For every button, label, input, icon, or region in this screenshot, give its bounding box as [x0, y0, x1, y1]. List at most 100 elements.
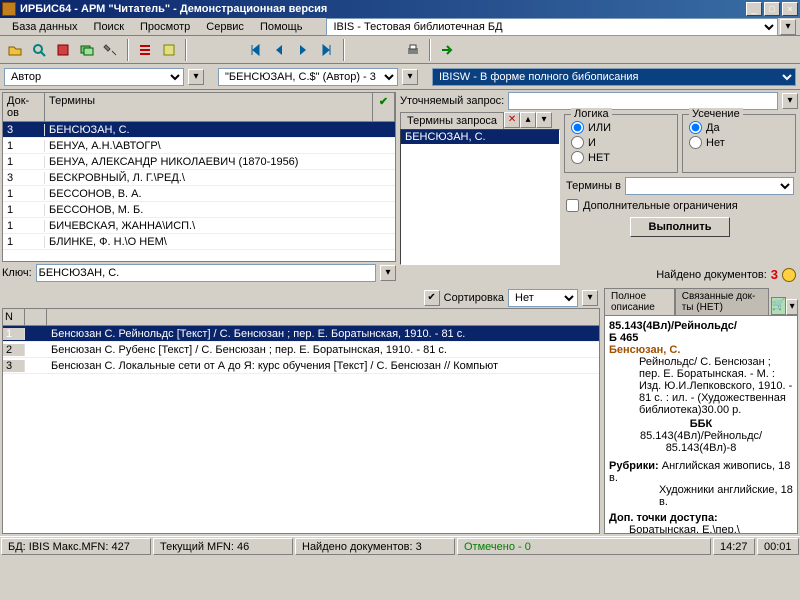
call-number-2: Б 465 [609, 332, 638, 344]
refine-dropdown[interactable]: ▾ [782, 93, 798, 109]
print-icon[interactable] [402, 39, 424, 61]
results-col-mark[interactable] [25, 309, 47, 325]
result-row[interactable]: 3Бенсюзан С. Локальные сети от А до Я: к… [3, 358, 599, 374]
menu-database[interactable]: База данных [4, 20, 86, 34]
term-up-button[interactable]: ▴ [520, 112, 536, 128]
dictionary-panel: Док-ов Термины ✔ 3БЕНСЮЗАН, С.1БЕНУА, А.… [0, 90, 398, 286]
menu-view[interactable]: Просмотр [132, 20, 198, 34]
bbk-1: 85.143(4Вл)/Рейнольдс/ [609, 430, 793, 442]
lower-panels: ✔ Сортировка Нет ▾ N 1Бенсюзан С. Рейнол… [0, 286, 800, 536]
found-count: 3 [771, 267, 778, 282]
rubrics-label: Рубрики: [609, 460, 659, 472]
description-body[interactable]: 85.143(4Вл)/Рейнольдс/ Б 465 Бенсюзан, С… [604, 315, 798, 534]
results-header: N [2, 308, 600, 326]
tools-icon[interactable] [100, 39, 122, 61]
nav-prev-icon[interactable] [268, 39, 290, 61]
smiley-icon [782, 268, 796, 282]
dict-row[interactable]: 1БЕССОНОВ, В. А. [3, 186, 395, 202]
status-mfn: Текущий MFN: 46 [153, 538, 293, 555]
query-term-item[interactable]: БЕНСЮЗАН, С. [401, 130, 559, 144]
dict-col-terms[interactable]: Термины [45, 93, 373, 121]
search-selector-row: Автор ▾ "БЕНСЮЗАН, С.$" (Автор) - 3 ▾ IB… [0, 64, 800, 90]
rubric-2: Художники английские, 18 в. [609, 484, 793, 508]
maximize-button[interactable]: □ [764, 2, 780, 16]
results-list[interactable]: 1Бенсюзан С. Рейнольдс [Текст] / С. Бенс… [2, 326, 600, 534]
database-combo[interactable]: IBIS - Тестовая библиотечная БД [326, 18, 778, 36]
dict-row[interactable]: 3БЕНСЮЗАН, С. [3, 122, 395, 138]
tab-full-description[interactable]: Полное описание [604, 288, 675, 315]
dictionary-list[interactable]: 3БЕНСЮЗАН, С.1БЕНУА, А.Н.\АВТОГР\1БЕНУА,… [2, 122, 396, 262]
status-time2: 00:01 [757, 538, 799, 555]
dict-row[interactable]: 1БЛИНКЕ, Ф. Н.\О НЕМ\ [3, 234, 395, 250]
query-terms-tab[interactable]: Термины запроса [400, 112, 504, 129]
status-db: БД: IBIS Макс.MFN: 427 [1, 538, 151, 555]
upper-panels: Док-ов Термины ✔ 3БЕНСЮЗАН, С.1БЕНУА, А.… [0, 90, 800, 286]
dict-row[interactable]: 1БИЧЕВСКАЯ, ЖАННА\ИСП.\ [3, 218, 395, 234]
dict-col-count[interactable]: Док-ов [3, 93, 45, 121]
db-dropdown-extra[interactable]: ▾ [780, 19, 796, 35]
form-icon[interactable] [158, 39, 180, 61]
execute-button[interactable]: Выполнить [630, 217, 731, 237]
extra-restrictions-label: Дополнительные ограничения [583, 200, 738, 212]
close-button[interactable]: × [782, 2, 798, 16]
logic-and-radio[interactable] [571, 136, 584, 149]
cart-icon[interactable]: 🛒 [771, 297, 787, 315]
field-dropdown-btn[interactable]: ▾ [188, 69, 204, 85]
extra-restrictions-checkbox[interactable] [566, 199, 579, 212]
results-col-num[interactable]: N [3, 309, 25, 325]
results-col-text [47, 309, 599, 325]
result-row[interactable]: 2Бенсюзан С. Рубенс [Текст] / С. Бенсюза… [3, 342, 599, 358]
list-icon[interactable] [134, 39, 156, 61]
book-icon[interactable] [52, 39, 74, 61]
view-format-combo[interactable]: IBISW - В форме полного бибописания [432, 68, 796, 86]
search-term-combo[interactable]: "БЕНСЮЗАН, С.$" (Автор) - 3 [218, 68, 398, 86]
status-found: Найдено документов: 3 [295, 538, 455, 555]
dict-row[interactable]: 3БЕСКРОВНЫЙ, Л. Г.\РЕД.\ [3, 170, 395, 186]
find-icon[interactable] [28, 39, 50, 61]
cards-icon[interactable] [76, 39, 98, 61]
menu-help[interactable]: Помощь [252, 20, 311, 34]
logic-legend: Логика [571, 108, 612, 120]
nav-last-icon[interactable] [316, 39, 338, 61]
nav-next-icon[interactable] [292, 39, 314, 61]
key-label: Ключ: [2, 267, 32, 279]
term-delete-button[interactable]: ✕ [504, 112, 520, 128]
trunc-legend: Усечение [689, 108, 743, 120]
open-icon[interactable] [4, 39, 26, 61]
nav-first-icon[interactable] [244, 39, 266, 61]
access-label: Доп. точки доступа: [609, 512, 718, 524]
dict-row[interactable]: 1БЕССОНОВ, М. Б. [3, 202, 395, 218]
statusbar: БД: IBIS Макс.MFN: 427 Текущий MFN: 46 Н… [0, 536, 800, 556]
result-row[interactable]: 1Бенсюзан С. Рейнольдс [Текст] / С. Бенс… [3, 326, 599, 342]
terms-in-combo[interactable] [625, 177, 794, 195]
menubar: База данных Поиск Просмотр Сервис Помощь… [0, 18, 800, 36]
export-icon[interactable] [436, 39, 458, 61]
key-go-button[interactable]: ▾ [380, 265, 396, 281]
call-number-1: 85.143(4Вл)/Рейнольдс/ [609, 320, 737, 332]
term-dropdown-btn[interactable]: ▾ [402, 69, 418, 85]
dict-check-icon[interactable]: ✔ [373, 93, 395, 121]
bbk-label: ББК [609, 418, 793, 430]
toolbar-main [0, 36, 800, 64]
window-title: ИРБИС64 - АРМ "Читатель" - Демонстрацион… [20, 3, 744, 15]
dict-row[interactable]: 1БЕНУА, АЛЕКСАНДР НИКОЛАЕВИЧ (1870-1956) [3, 154, 395, 170]
trunc-no-radio[interactable] [689, 136, 702, 149]
sort-combo[interactable]: Нет [508, 289, 578, 307]
menu-search[interactable]: Поиск [86, 20, 132, 34]
minimize-button[interactable]: _ [746, 2, 762, 16]
menu-service[interactable]: Сервис [198, 20, 252, 34]
key-input[interactable] [36, 264, 376, 282]
terms-in-label: Термины в [566, 180, 621, 192]
refine-label: Уточняемый запрос: [400, 95, 504, 107]
sort-dropdown[interactable]: ▾ [582, 290, 598, 306]
trunc-yes-radio[interactable] [689, 121, 702, 134]
dict-row[interactable]: 1БЕНУА, А.Н.\АВТОГР\ [3, 138, 395, 154]
search-field-combo[interactable]: Автор [4, 68, 184, 86]
mark-button[interactable]: ✔ [424, 290, 440, 306]
tab-related-docs[interactable]: Связанные док-ты (НЕТ) [675, 288, 769, 315]
logic-or-radio[interactable] [571, 121, 584, 134]
query-terms-list[interactable]: БЕНСЮЗАН, С. [400, 129, 560, 265]
logic-not-radio[interactable] [571, 151, 584, 164]
desc-dropdown[interactable]: ▾ [786, 299, 798, 315]
term-down-button[interactable]: ▾ [536, 112, 552, 128]
